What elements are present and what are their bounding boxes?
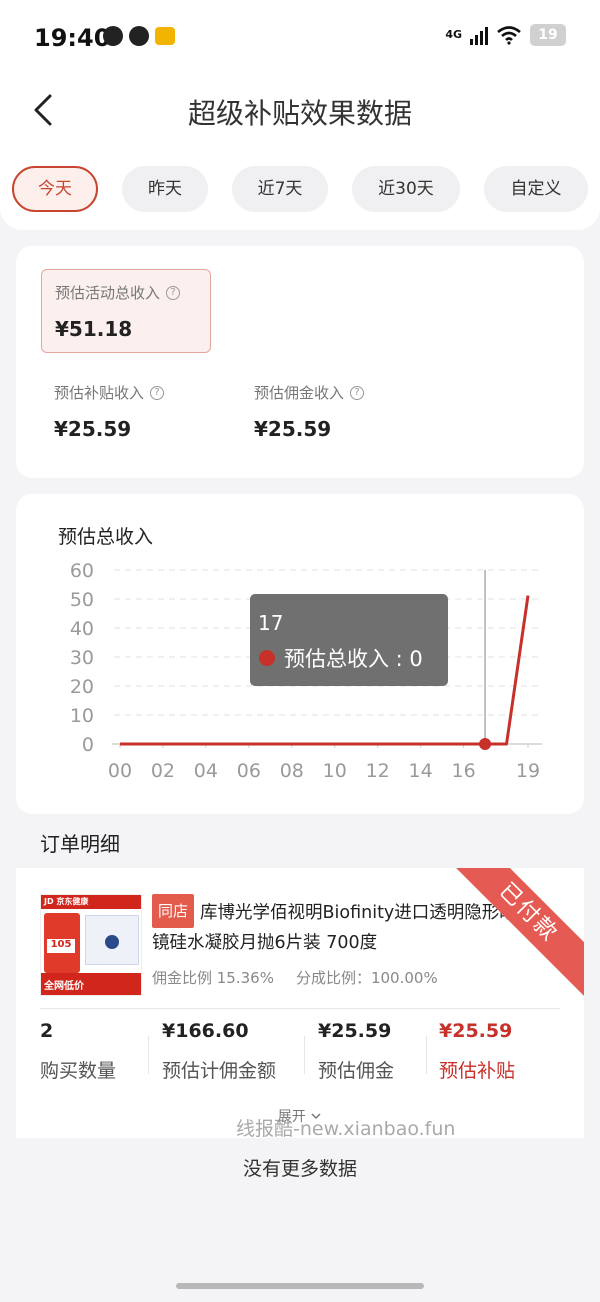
tooltip-value: 预估总收入 : 0: [284, 647, 423, 671]
help-icon[interactable]: ?: [150, 385, 165, 400]
income-summary-card: 预估活动总收入 ? ¥51.18 预估补贴收入 ? ¥25.59 预估佣金收入 …: [16, 246, 584, 478]
y-tick-label: 10: [70, 705, 94, 727]
x-tick-label: 16: [451, 760, 475, 782]
x-tick-label: 12: [366, 760, 390, 782]
subsidy-income-metric: 预估补贴收入 ? ¥25.59: [54, 382, 165, 441]
watermark-text: 线报酷-new.xianbao.fun: [236, 1118, 456, 1140]
y-tick-label: 30: [70, 647, 94, 669]
signal-icon: [470, 25, 488, 45]
tab-today[interactable]: 今天: [12, 166, 98, 212]
y-tick-label: 20: [70, 676, 94, 698]
tab-yesterday[interactable]: 昨天: [122, 166, 208, 212]
tooltip-x-label: 17: [258, 611, 283, 635]
product-title: 库博光学佰视明Biofinity进口透明隐形眼镜硅水凝胶月抛6片装 700度: [152, 903, 517, 953]
commission-income-label: 预估佣金收入: [254, 384, 345, 402]
product-image-brand: JD 京东健康: [44, 897, 89, 906]
help-icon[interactable]: ?: [350, 385, 365, 400]
wechat-icon: [129, 26, 149, 46]
notification-icons: [103, 26, 175, 46]
home-indicator[interactable]: [176, 1283, 424, 1289]
stat-quantity: 2 购买数量: [40, 1020, 117, 1082]
y-tick-label: 40: [70, 618, 94, 640]
product-image-price: 105: [47, 939, 75, 953]
x-tick-label: 08: [280, 760, 304, 782]
system-icons: 4G 19: [445, 24, 566, 46]
help-icon[interactable]: ?: [166, 285, 181, 300]
stat-commission: ¥25.59 预估佣金: [318, 1020, 395, 1082]
x-tick-label: 04: [194, 760, 218, 782]
tooltip-series-dot: [259, 650, 275, 666]
order-item-card[interactable]: JD 京东健康 105 全网低价 同店 库博光学佰视明Biofinity进口透明隐…: [16, 868, 584, 1138]
income-chart-card: 预估总收入 0 10 20 30 40 50 60 00 02 04 06 08 10 12 14 16 19 1…: [16, 494, 584, 814]
no-more-data: 没有更多数据: [242, 1158, 357, 1180]
x-tick-label: 00: [108, 760, 132, 782]
x-tick-label: 19: [516, 760, 540, 782]
ratio-row: 佣金比例 15.36% 分成比例：100.00%: [152, 967, 438, 988]
total-income-label: 预估活动总收入: [55, 284, 161, 302]
status-bar: 19:40 4G 19: [0, 0, 600, 78]
weibo-icon: [103, 26, 123, 46]
tab-custom[interactable]: 自定义: [484, 166, 588, 212]
page-header: 超级补贴效果数据 今天 昨天 近7天 近30天 自定义: [0, 78, 600, 230]
income-line-chart[interactable]: 0 10 20 30 40 50 60 00 02 04 06 08 10 12 14 16 19 17预估总收入…: [16, 494, 584, 814]
battery-indicator: 19: [530, 24, 566, 46]
subsidy-income-label: 预估补贴收入: [54, 384, 145, 402]
tab-last-7-days[interactable]: 近7天: [232, 166, 328, 212]
app-notification-icon: [155, 27, 175, 45]
x-tick-label: 10: [323, 760, 347, 782]
stat-commission-base: ¥166.60 预估计佣金额: [162, 1020, 277, 1082]
commission-income-value: ¥25.59: [254, 417, 332, 441]
network-type: 4G: [445, 28, 462, 41]
y-tick-label: 60: [70, 560, 94, 582]
x-tick-label: 06: [237, 760, 261, 782]
status-time: 19:40: [34, 24, 111, 52]
x-tick-label: 02: [151, 760, 175, 782]
y-tick-label: 50: [70, 589, 94, 611]
product-image-slogan: 全网低价: [44, 981, 84, 992]
total-income-box[interactable]: 预估活动总收入 ? ¥51.18: [41, 269, 211, 353]
product-title-block[interactable]: 同店 库博光学佰视明Biofinity进口透明隐形眼镜硅水凝胶月抛6片装 700度: [152, 894, 522, 958]
total-income-value: ¥51.18: [55, 317, 133, 341]
share-ratio: 分成比例：100.00%: [295, 969, 438, 987]
commission-income-metric: 预估佣金收入 ? ¥25.59: [254, 382, 365, 441]
wifi-icon: [497, 26, 521, 45]
commission-ratio: 佣金比例 15.36%: [152, 969, 274, 987]
x-tick-label: 14: [409, 760, 433, 782]
tooltip-data-point: [479, 738, 492, 750]
tooltip-box: [250, 594, 448, 686]
stat-subsidy: ¥25.59 预估补贴: [439, 1020, 516, 1082]
product-image[interactable]: JD 京东健康 105 全网低价: [40, 894, 142, 996]
shop-tag: 同店: [152, 894, 195, 928]
page-title: 超级补贴效果数据: [187, 97, 412, 130]
y-tick-label: 0: [82, 734, 94, 756]
order-details-title: 订单明细: [40, 832, 120, 856]
tab-last-30-days[interactable]: 近30天: [352, 166, 460, 212]
divider: [40, 1008, 560, 1009]
subsidy-income-value: ¥25.59: [54, 417, 132, 441]
